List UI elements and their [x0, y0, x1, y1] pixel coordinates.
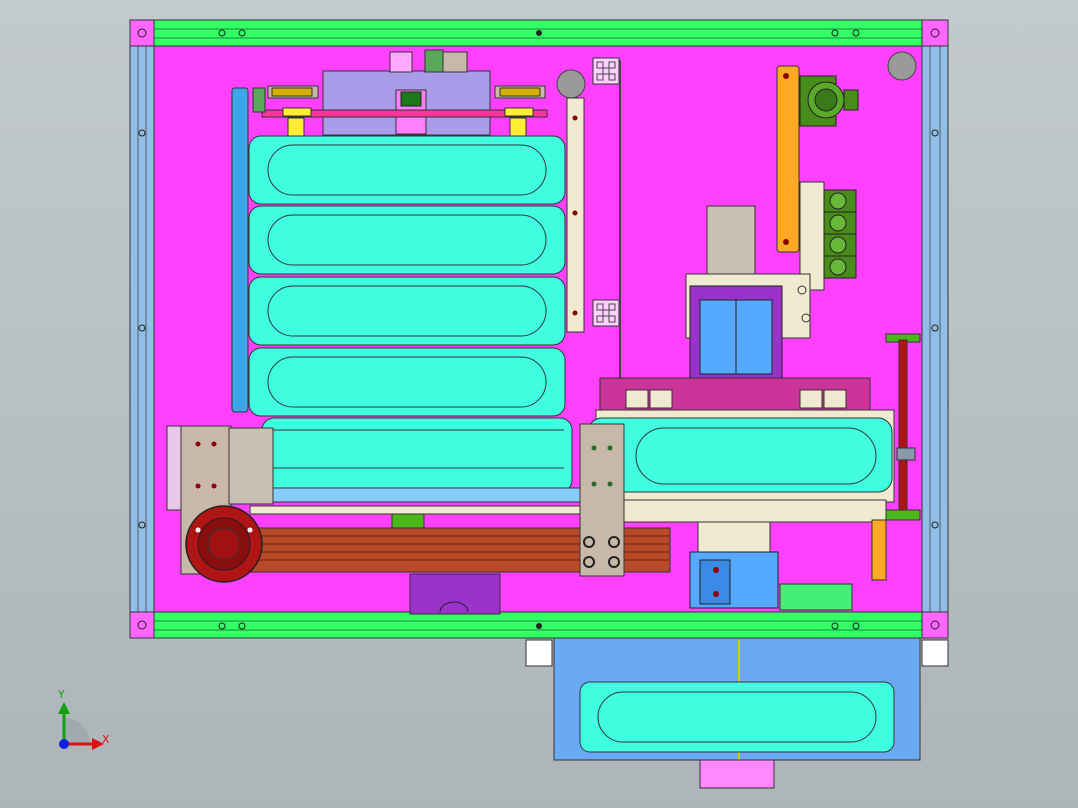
battery-cell[interactable] [248, 347, 566, 417]
servo-motor[interactable] [185, 505, 263, 583]
transfer-platform[interactable] [599, 377, 871, 413]
sensor-mount-plate [779, 583, 853, 611]
battery-cell-lower[interactable] [261, 417, 573, 493]
center-vertical-bracket[interactable] [579, 423, 625, 577]
corner-bracket-bottom-right [921, 611, 949, 639]
battery-cell[interactable] [248, 205, 566, 275]
corner-bracket-top-left [129, 19, 155, 47]
aluminum-profile-bottom [592, 299, 620, 327]
output-tray[interactable] [525, 637, 949, 789]
bottom-support-block [409, 573, 501, 615]
left-frame-rail[interactable] [129, 19, 155, 639]
corner-bracket-top-right [921, 19, 949, 47]
top-frame-rail[interactable] [151, 19, 923, 47]
xyz-axis-triad-icon [58, 702, 104, 750]
lower-cylinder[interactable] [689, 521, 779, 609]
left-guide-bar[interactable] [231, 87, 249, 413]
orange-swing-arm[interactable] [776, 65, 800, 253]
mounting-hole-left [556, 69, 586, 99]
small-orange-bar [871, 519, 887, 581]
cad-assembly-viewport[interactable] [0, 0, 1078, 808]
battery-cell[interactable] [248, 276, 566, 346]
horizontal-battery-carrier[interactable] [587, 409, 895, 523]
mounting-hole-right [887, 51, 917, 81]
triad-x-axis-label: X [102, 733, 110, 746]
bottom-frame-rail[interactable] [151, 611, 923, 639]
aluminum-profile-top [592, 57, 620, 85]
right-frame-rail[interactable] [921, 19, 949, 639]
triad-y-axis-label: Y [58, 688, 65, 701]
vertical-guide-post[interactable] [566, 97, 585, 333]
battery-cell[interactable] [248, 135, 566, 205]
corner-bracket-bottom-left [129, 611, 155, 639]
